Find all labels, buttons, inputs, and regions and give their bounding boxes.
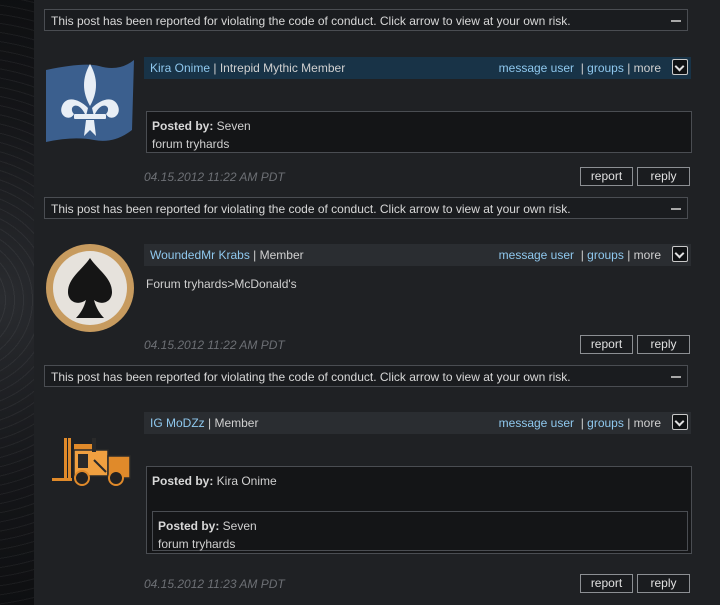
reported-notice-text: This post has been reported for violatin… [51,370,571,384]
quote-author: Seven [219,519,257,533]
post-userbar: WoundedMr Krabs | Member message user | … [144,244,691,266]
post-timestamp: 04.15.2012 11:22 AM PDT [144,338,285,352]
post-body: Forum tryhards>McDonald's [146,277,297,291]
avatar[interactable] [44,420,136,512]
chevron-down-icon[interactable] [672,246,688,262]
message-user-link[interactable]: message user [499,416,574,430]
quote-box: Posted by: Kira Onime Posted by: Seven f… [146,466,692,554]
quote-author: Kira Onime [213,474,277,488]
thread-container: This post has been reported for violatin… [34,0,720,605]
quote-text: forum tryhards [158,537,236,551]
forklift-icon [52,438,131,486]
groups-link[interactable]: groups [587,416,624,430]
more-link[interactable]: more [634,416,661,430]
spade-icon [46,244,134,332]
user-rank: | Member [249,248,304,262]
chevron-down-icon[interactable] [672,414,688,430]
fleur-de-lis-icon [46,60,134,142]
reported-notice-text: This post has been reported for violatin… [51,202,571,216]
user-links: message user | groups | more [498,416,661,430]
username-link[interactable]: WoundedMr Krabs [150,248,250,262]
message-user-link[interactable]: message user [499,248,574,262]
collapse-icon[interactable] [671,376,681,378]
collapse-icon[interactable] [671,20,681,22]
quote-box: Posted by: Seven forum tryhards [146,111,692,153]
page-background [0,0,34,605]
username-link[interactable]: Kira Onime [150,61,210,75]
groups-link[interactable]: groups [587,61,624,75]
user-links: message user | groups | more [498,61,661,75]
user-links: message user | groups | more [498,248,661,262]
report-button[interactable]: report [580,335,633,354]
reply-button[interactable]: reply [637,574,690,593]
post-timestamp: 04.15.2012 11:23 AM PDT [144,577,285,591]
report-button[interactable]: report [580,574,633,593]
posted-by-label: Posted by: [158,519,220,533]
post-timestamp: 04.15.2012 11:22 AM PDT [144,170,285,184]
quote-text: forum tryhards [152,137,230,151]
posted-by-label: Posted by: [152,474,214,488]
report-button[interactable]: report [580,167,633,186]
more-link[interactable]: more [634,248,661,262]
groups-link[interactable]: groups [587,248,624,262]
user-rank: | Member [204,416,259,430]
collapse-icon[interactable] [671,208,681,210]
posted-by-label: Posted by: [152,119,214,133]
chevron-down-icon[interactable] [672,59,688,75]
reported-notice-text: This post has been reported for violatin… [51,14,571,28]
avatar[interactable] [44,242,136,334]
post-userbar: IG MoDZz | Member message user | groups … [144,412,691,434]
username-link[interactable]: IG MoDZz [150,416,205,430]
reply-button[interactable]: reply [637,167,690,186]
post-userbar: Kira Onime | Intrepid Mythic Member mess… [144,57,691,79]
user-rank: | Intrepid Mythic Member [210,61,346,75]
reported-notice: This post has been reported for violatin… [44,9,688,31]
message-user-link[interactable]: message user [499,61,574,75]
avatar[interactable] [44,52,136,144]
reply-button[interactable]: reply [637,335,690,354]
quote-author: Seven [213,119,251,133]
reported-notice: This post has been reported for violatin… [44,197,688,219]
nested-quote-box: Posted by: Seven forum tryhards [152,511,688,551]
more-link[interactable]: more [634,61,661,75]
reported-notice: This post has been reported for violatin… [44,365,688,387]
